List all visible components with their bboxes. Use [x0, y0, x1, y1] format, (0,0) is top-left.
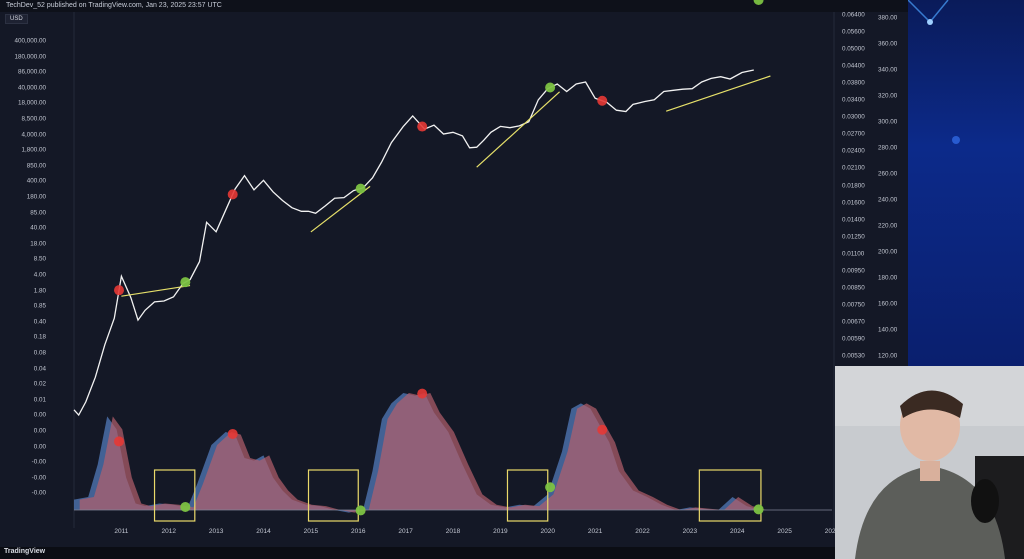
year-tick: 2013	[208, 528, 224, 535]
year-tick: 2018	[445, 528, 461, 535]
background-graphic	[908, 0, 1024, 366]
cycle-top-marker	[114, 285, 125, 296]
year-tick: 2016	[351, 528, 366, 535]
price-line	[73, 69, 754, 417]
oscillator-top-marker	[114, 436, 125, 447]
cycle-bottom-box	[698, 469, 762, 522]
cycle-bottom-marker	[753, 0, 764, 5]
cycle-top-marker	[597, 95, 608, 106]
screen: TechDev_52 published on TradingView.com,…	[0, 0, 1024, 559]
presenter-webcam	[835, 366, 1024, 559]
year-tick: 2019	[493, 528, 508, 535]
oscillator-top-marker	[597, 424, 608, 435]
tradingview-logo: TradingView	[4, 548, 46, 555]
year-tick: 2022	[635, 528, 650, 535]
year-tick: 2025	[777, 528, 792, 535]
support-trendline	[665, 75, 771, 112]
cycle-bottom-marker	[180, 277, 191, 288]
cycle-top-marker	[227, 189, 238, 200]
cycle-bottom-marker	[545, 82, 556, 93]
oscillator-top-marker	[227, 428, 238, 439]
year-tick: 2020	[540, 528, 555, 535]
chart-panel: TechDev_52 published on TradingView.com,…	[0, 0, 908, 547]
year-tick: 2015	[303, 528, 319, 535]
time-axis[interactable]: 2011 2012 2013 2014 2015 2016 2017 2018 2019 2020…	[0, 528, 839, 542]
cycle-bottom-box	[506, 469, 549, 522]
oscillator-top-marker	[417, 388, 428, 399]
cycle-bottom-box	[153, 469, 196, 522]
year-tick: 2017	[398, 528, 413, 535]
year-tick: 2023	[682, 528, 698, 535]
cycle-bottom-box	[307, 469, 359, 522]
year-tick: 2014	[256, 528, 271, 535]
cycle-top-marker	[417, 121, 428, 132]
support-trendline	[476, 91, 560, 168]
cycle-bottom-marker	[355, 183, 366, 194]
year-tick: 2021	[587, 528, 603, 535]
oscillator-bottom-marker	[545, 482, 556, 493]
support-trendline	[121, 284, 191, 297]
year-tick: 2012	[161, 528, 176, 535]
year-tick: 2024	[730, 528, 745, 535]
oscillator-slow-area	[79, 393, 767, 513]
oscillator-bottom-marker	[355, 505, 366, 516]
year-tick: 2011	[114, 528, 129, 535]
oscillator-bottom-marker	[180, 501, 191, 512]
oscillator-bottom-marker	[753, 504, 764, 515]
chart-plot[interactable]	[0, 0, 908, 547]
